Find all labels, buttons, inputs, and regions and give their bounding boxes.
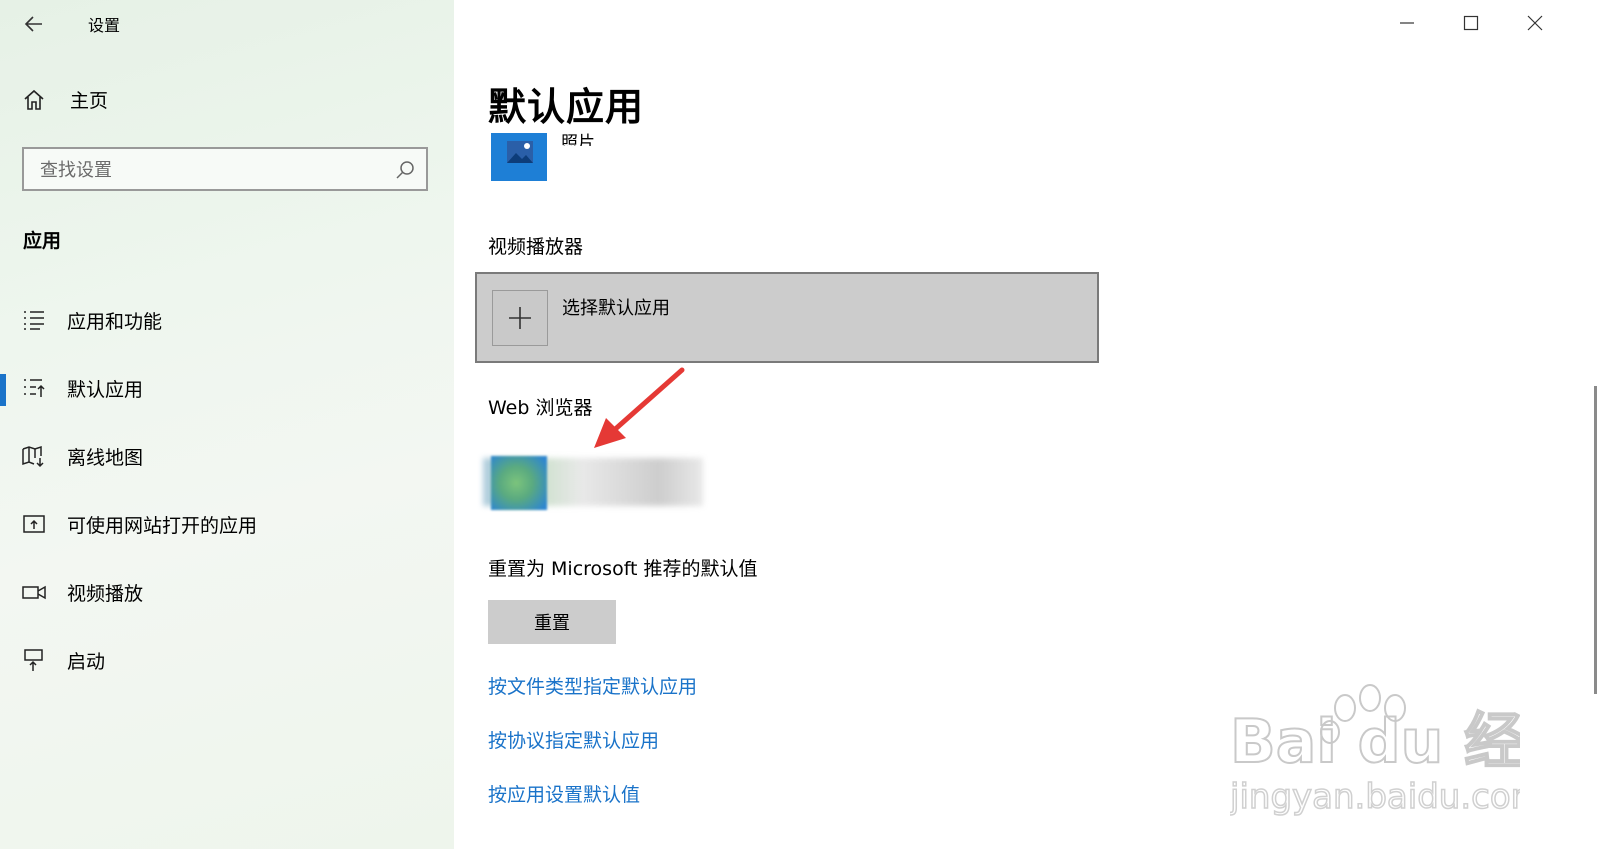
baidu-watermark: Bai du 经验 jingyan.baidu.com [1230,684,1520,818]
sidebar-item-apps-for-websites[interactable]: 可使用网站打开的应用 [0,490,454,558]
search-icon[interactable] [394,159,416,181]
sidebar-item-label: 视频播放 [67,582,144,605]
list-icon [24,311,44,330]
sidebar-item-default-apps[interactable]: 默认应用 [0,354,454,422]
watermark-url: jingyan.baidu.com [1230,777,1520,817]
sidebar-item-label: 应用和功能 [67,310,163,333]
home-label: 主页 [70,90,109,112]
minimize-button[interactable] [1384,6,1430,40]
scrollbar[interactable] [1592,0,1600,849]
plus-tile [492,290,548,346]
browser-app-icon [491,456,547,510]
minimize-icon [1400,22,1414,24]
startup-icon [24,649,43,671]
link-by-file-type[interactable]: 按文件类型指定默认应用 [488,672,697,699]
red-arrow-annotation [594,367,685,448]
sidebar-item-label: 可使用网站打开的应用 [67,514,258,537]
window-title: 设置 [88,16,121,35]
sidebar-item-label: 离线地图 [67,446,144,469]
reset-label: 重置为 Microsoft 推荐的默认值 [488,558,758,580]
web-browser-label: Web 浏览器 [488,397,593,419]
back-button[interactable] [18,8,50,40]
sidebar: 设置 主页 应用 应用和功能 [0,0,454,849]
active-indicator [0,374,6,406]
sidebar-item-apps-features[interactable]: 应用和功能 [0,286,454,354]
home-nav[interactable]: 主页 [22,86,108,113]
video-player-label: 视频播放器 [488,236,584,258]
reset-button[interactable]: 重置 [488,600,616,644]
choose-default-app-label: 选择默认应用 [562,298,670,319]
close-icon [1527,15,1543,31]
search-box [22,147,428,191]
plus-icon [509,307,531,329]
video-camera-icon [22,585,46,600]
photos-app-name: 照片 [561,133,595,146]
back-arrow-icon [24,16,42,32]
link-by-app[interactable]: 按应用设置默认值 [488,780,640,807]
map-download-icon [22,445,44,468]
sidebar-item-offline-maps[interactable]: 离线地图 [0,422,454,490]
default-apps-icon [24,379,45,397]
web-browser-selection[interactable] [483,456,703,510]
sidebar-item-label: 默认应用 [67,378,144,401]
sidebar-nav: 应用和功能 默认应用 离线地图 可使用网站打开的应用 视频播放 启动 [0,286,454,694]
sidebar-item-video-playback[interactable]: 视频播放 [0,558,454,626]
close-button[interactable] [1512,6,1558,40]
page-title: 默认应用 [488,85,645,129]
open-with-icon [23,515,45,533]
scrollbar-thumb[interactable] [1594,386,1597,694]
search-input[interactable] [38,149,392,191]
home-icon [24,89,44,110]
link-by-protocol[interactable]: 按协议指定默认应用 [488,726,659,753]
section-title: 应用 [23,230,62,252]
sidebar-item-label: 启动 [67,650,106,673]
maximize-button[interactable] [1448,6,1494,40]
photos-app-icon[interactable] [491,133,547,181]
choose-default-video-app[interactable]: 选择默认应用 [475,272,1099,363]
watermark-brand: Bai du 经验 [1230,707,1520,777]
maximize-icon [1463,15,1479,31]
photo-icon [507,141,533,163]
sidebar-item-startup[interactable]: 启动 [0,626,454,694]
